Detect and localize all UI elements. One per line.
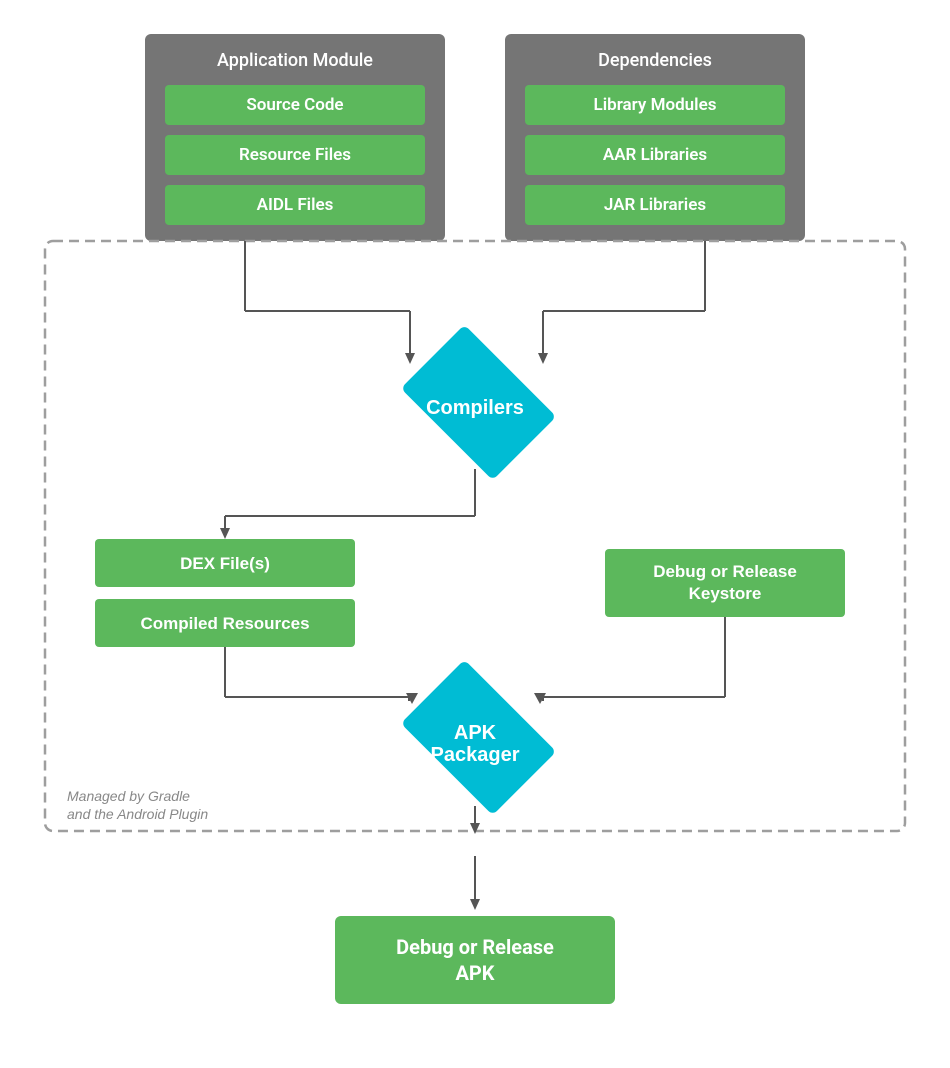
- diagram: Application Module Source Code Resource …: [25, 24, 925, 1044]
- arrow-down-svg: [425, 856, 525, 916]
- svg-text:Keystore: Keystore: [689, 584, 762, 603]
- aidl-files-btn: AIDL Files: [165, 185, 425, 225]
- jar-libraries-btn: JAR Libraries: [525, 185, 785, 225]
- compilers-label: Compilers: [426, 397, 524, 419]
- library-modules-btn: Library Modules: [525, 85, 785, 125]
- svg-text:APK: APK: [454, 722, 497, 744]
- dependencies-title: Dependencies: [598, 50, 712, 71]
- top-row: Application Module Source Code Resource …: [25, 34, 925, 241]
- aar-libraries-btn: AAR Libraries: [525, 135, 785, 175]
- final-apk-line2: APK: [455, 961, 494, 985]
- application-module-box: Application Module Source Code Resource …: [145, 34, 445, 241]
- flow-diagram-svg: Managed by Gradle and the Android Plugin…: [25, 231, 925, 951]
- final-apk-btn: Debug or Release APK: [335, 916, 615, 1004]
- bottom-section: Debug or Release APK: [335, 856, 615, 1004]
- resource-files-btn: Resource Files: [165, 135, 425, 175]
- compiled-resources-label: Compiled Resources: [140, 614, 309, 633]
- source-code-btn: Source Code: [165, 85, 425, 125]
- svg-text:and the Android Plugin: and the Android Plugin: [67, 806, 208, 822]
- dependencies-box: Dependencies Library Modules AAR Librari…: [505, 34, 805, 241]
- svg-text:Managed by Gradle: Managed by Gradle: [67, 788, 190, 804]
- svg-text:Packager: Packager: [431, 744, 520, 766]
- dex-files-label: DEX File(s): [180, 554, 270, 573]
- final-apk-line1: Debug or Release: [396, 935, 554, 959]
- svg-text:Debug or Release: Debug or Release: [653, 562, 797, 581]
- application-module-title: Application Module: [217, 50, 373, 71]
